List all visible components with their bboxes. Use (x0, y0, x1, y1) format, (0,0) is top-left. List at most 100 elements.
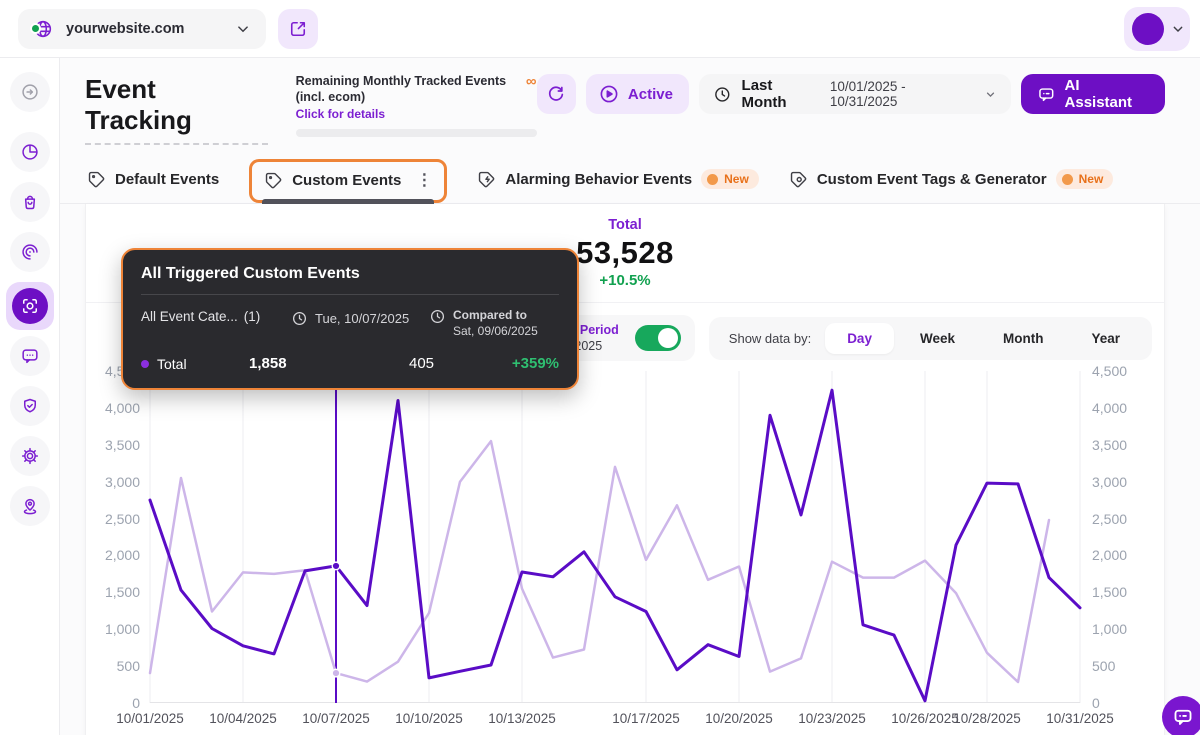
period-range: 10/01/2025 - 10/31/2025 (830, 79, 974, 109)
top-bar: yourwebsite.com (0, 0, 1200, 58)
chevron-down-icon (1170, 21, 1186, 37)
shield-icon (20, 396, 40, 416)
chevron-down-icon (234, 20, 252, 38)
tooltip-delta: +359% (512, 355, 559, 372)
tooltip-previous-value: 405 (409, 355, 512, 372)
tab-label: Default Events (115, 171, 219, 188)
x-axis-label: 10/28/2025 (953, 711, 1021, 726)
y-axis-label: 3,500 (105, 437, 140, 453)
sidebar-item-feedback[interactable] (10, 336, 50, 376)
refresh-icon (546, 84, 566, 104)
badge-dot (707, 174, 718, 185)
sidebar-item-behavior[interactable] (10, 232, 50, 272)
x-axis-label: 10/13/2025 (488, 711, 556, 726)
x-axis-label: 10/04/2025 (209, 711, 277, 726)
sidebar-item-settings[interactable] (10, 436, 50, 476)
y-axis-label: 1,000 (1092, 621, 1127, 637)
sidebar-item-privacy[interactable] (10, 386, 50, 426)
tab-label: Custom Event Tags & Generator (817, 171, 1047, 188)
summary-label: Total (86, 217, 1164, 233)
sidebar-item-ecommerce[interactable] (10, 182, 50, 222)
granularity-month[interactable]: Month (981, 323, 1065, 354)
tracking-status-label: Active (628, 86, 673, 103)
x-axis-label: 10/20/2025 (705, 711, 773, 726)
website-globe-icon (32, 18, 56, 40)
tab-bar: Default Events Custom Events ⋮ Alarming Beh… (85, 159, 1165, 203)
x-axis-label: 10/31/2025 (1046, 711, 1114, 726)
website-selector[interactable]: yourwebsite.com (18, 9, 266, 49)
quota-label: Remaining Monthly Tracked Events (incl. … (296, 74, 520, 105)
sidebar-item-support[interactable] (10, 486, 50, 526)
alarm-tag-icon (477, 170, 496, 189)
y-axis-label: 4,000 (1092, 400, 1127, 416)
page-title: Event Tracking (85, 74, 268, 145)
granularity-year[interactable]: Year (1069, 323, 1142, 354)
y-axis-label: 2,500 (105, 511, 140, 527)
main-content: Event Tracking Remaining Monthly Tracked… (60, 58, 1200, 735)
period-label: Last Month (742, 77, 820, 111)
sidebar-item-event-tracking[interactable] (6, 282, 54, 330)
y-axis-label: 1,500 (1092, 584, 1127, 600)
tracking-status-button[interactable]: Active (586, 74, 689, 114)
x-axis-label: 10/17/2025 (612, 711, 680, 726)
new-badge: New (701, 169, 759, 189)
tab-default-events[interactable]: Default Events (85, 160, 221, 203)
events-quota-progress (296, 129, 537, 137)
tooltip-series-row: Total 1,858 405 +359% (141, 355, 559, 372)
tooltip-current-value: 1,858 (249, 355, 409, 372)
website-status-dot (30, 23, 41, 34)
quota-details-link[interactable]: Click for details (296, 107, 537, 121)
y-axis-label: 500 (117, 658, 140, 674)
tooltip-compared: Compared toSat, 09/06/2025 (429, 307, 538, 339)
sidebar-item-statistics[interactable] (10, 132, 50, 172)
ai-assistant-button[interactable]: AI Assistant (1021, 74, 1165, 114)
tooltip-category: All Event Cate...(1) (141, 307, 291, 324)
sidebar-item-visitors[interactable] (10, 72, 50, 112)
x-axis-label: 10/10/2025 (395, 711, 463, 726)
kebab-menu-icon[interactable]: ⋮ (416, 170, 432, 190)
x-axis-label: 10/26/2025 (891, 711, 959, 726)
tab-alarming-behavior-events[interactable]: Alarming Behavior Events New (475, 159, 760, 203)
granularity-switcher: Show data by: DayWeekMonthYear (709, 317, 1152, 360)
support-chat-fab[interactable] (1162, 696, 1200, 735)
y-axis-label: 4,000 (105, 400, 140, 416)
granularity-week[interactable]: Week (898, 323, 977, 354)
chart-tooltip: All Triggered Custom Events All Event Ca… (121, 248, 579, 390)
clock-icon (291, 310, 308, 327)
series-color-dot (141, 360, 149, 368)
account-menu[interactable] (1124, 7, 1190, 51)
y-axis-label: 1,000 (105, 621, 140, 637)
tab-label: Alarming Behavior Events (505, 171, 692, 188)
page-header: Event Tracking Remaining Monthly Tracked… (60, 58, 1200, 204)
date-range-picker[interactable]: Last Month 10/01/2025 - 10/31/2025 (699, 74, 1011, 114)
y-axis-label: 2,500 (1092, 511, 1127, 527)
chart-card: Total 53,528 +10.5% All Triggered Custom… (85, 204, 1165, 735)
tooltip-divider (141, 294, 559, 295)
tab-custom-event-tags-generator[interactable]: Custom Event Tags & GeneratorNew (787, 159, 1115, 203)
y-axis-label: 2,000 (1092, 547, 1127, 563)
tab-label: Custom Events (292, 172, 401, 189)
compare-toggle[interactable] (635, 325, 681, 351)
gear-icon (20, 446, 40, 466)
refresh-button[interactable] (537, 74, 576, 114)
visitors-icon (20, 82, 40, 102)
x-axis-label: 10/01/2025 (116, 711, 184, 726)
x-axis: 10/01/202510/04/202510/07/202510/10/2025… (150, 703, 1080, 729)
chevron-down-icon (984, 88, 997, 101)
x-axis-label: 10/23/2025 (798, 711, 866, 726)
line-chart[interactable] (150, 371, 1080, 703)
sidebar-nav (0, 58, 60, 735)
chart-zone: 05001,0001,5002,0002,5003,0003,5004,0004… (86, 371, 1164, 703)
clock-icon (713, 85, 732, 104)
y-axis-label: 1,500 (105, 584, 140, 600)
infinity-icon: ∞ (526, 74, 537, 89)
chat-bubble-icon (1172, 706, 1194, 728)
chat-icon (20, 346, 40, 366)
tab-custom-events[interactable]: Custom Events ⋮ (249, 159, 447, 203)
open-website-button[interactable] (278, 9, 318, 49)
granularity-day[interactable]: Day (825, 323, 894, 354)
tooltip-date: Tue, 10/07/2025 (291, 307, 429, 327)
y-axis-label: 3,000 (105, 474, 140, 490)
y-axis-label: 0 (1092, 695, 1100, 711)
clock-icon (429, 308, 446, 325)
